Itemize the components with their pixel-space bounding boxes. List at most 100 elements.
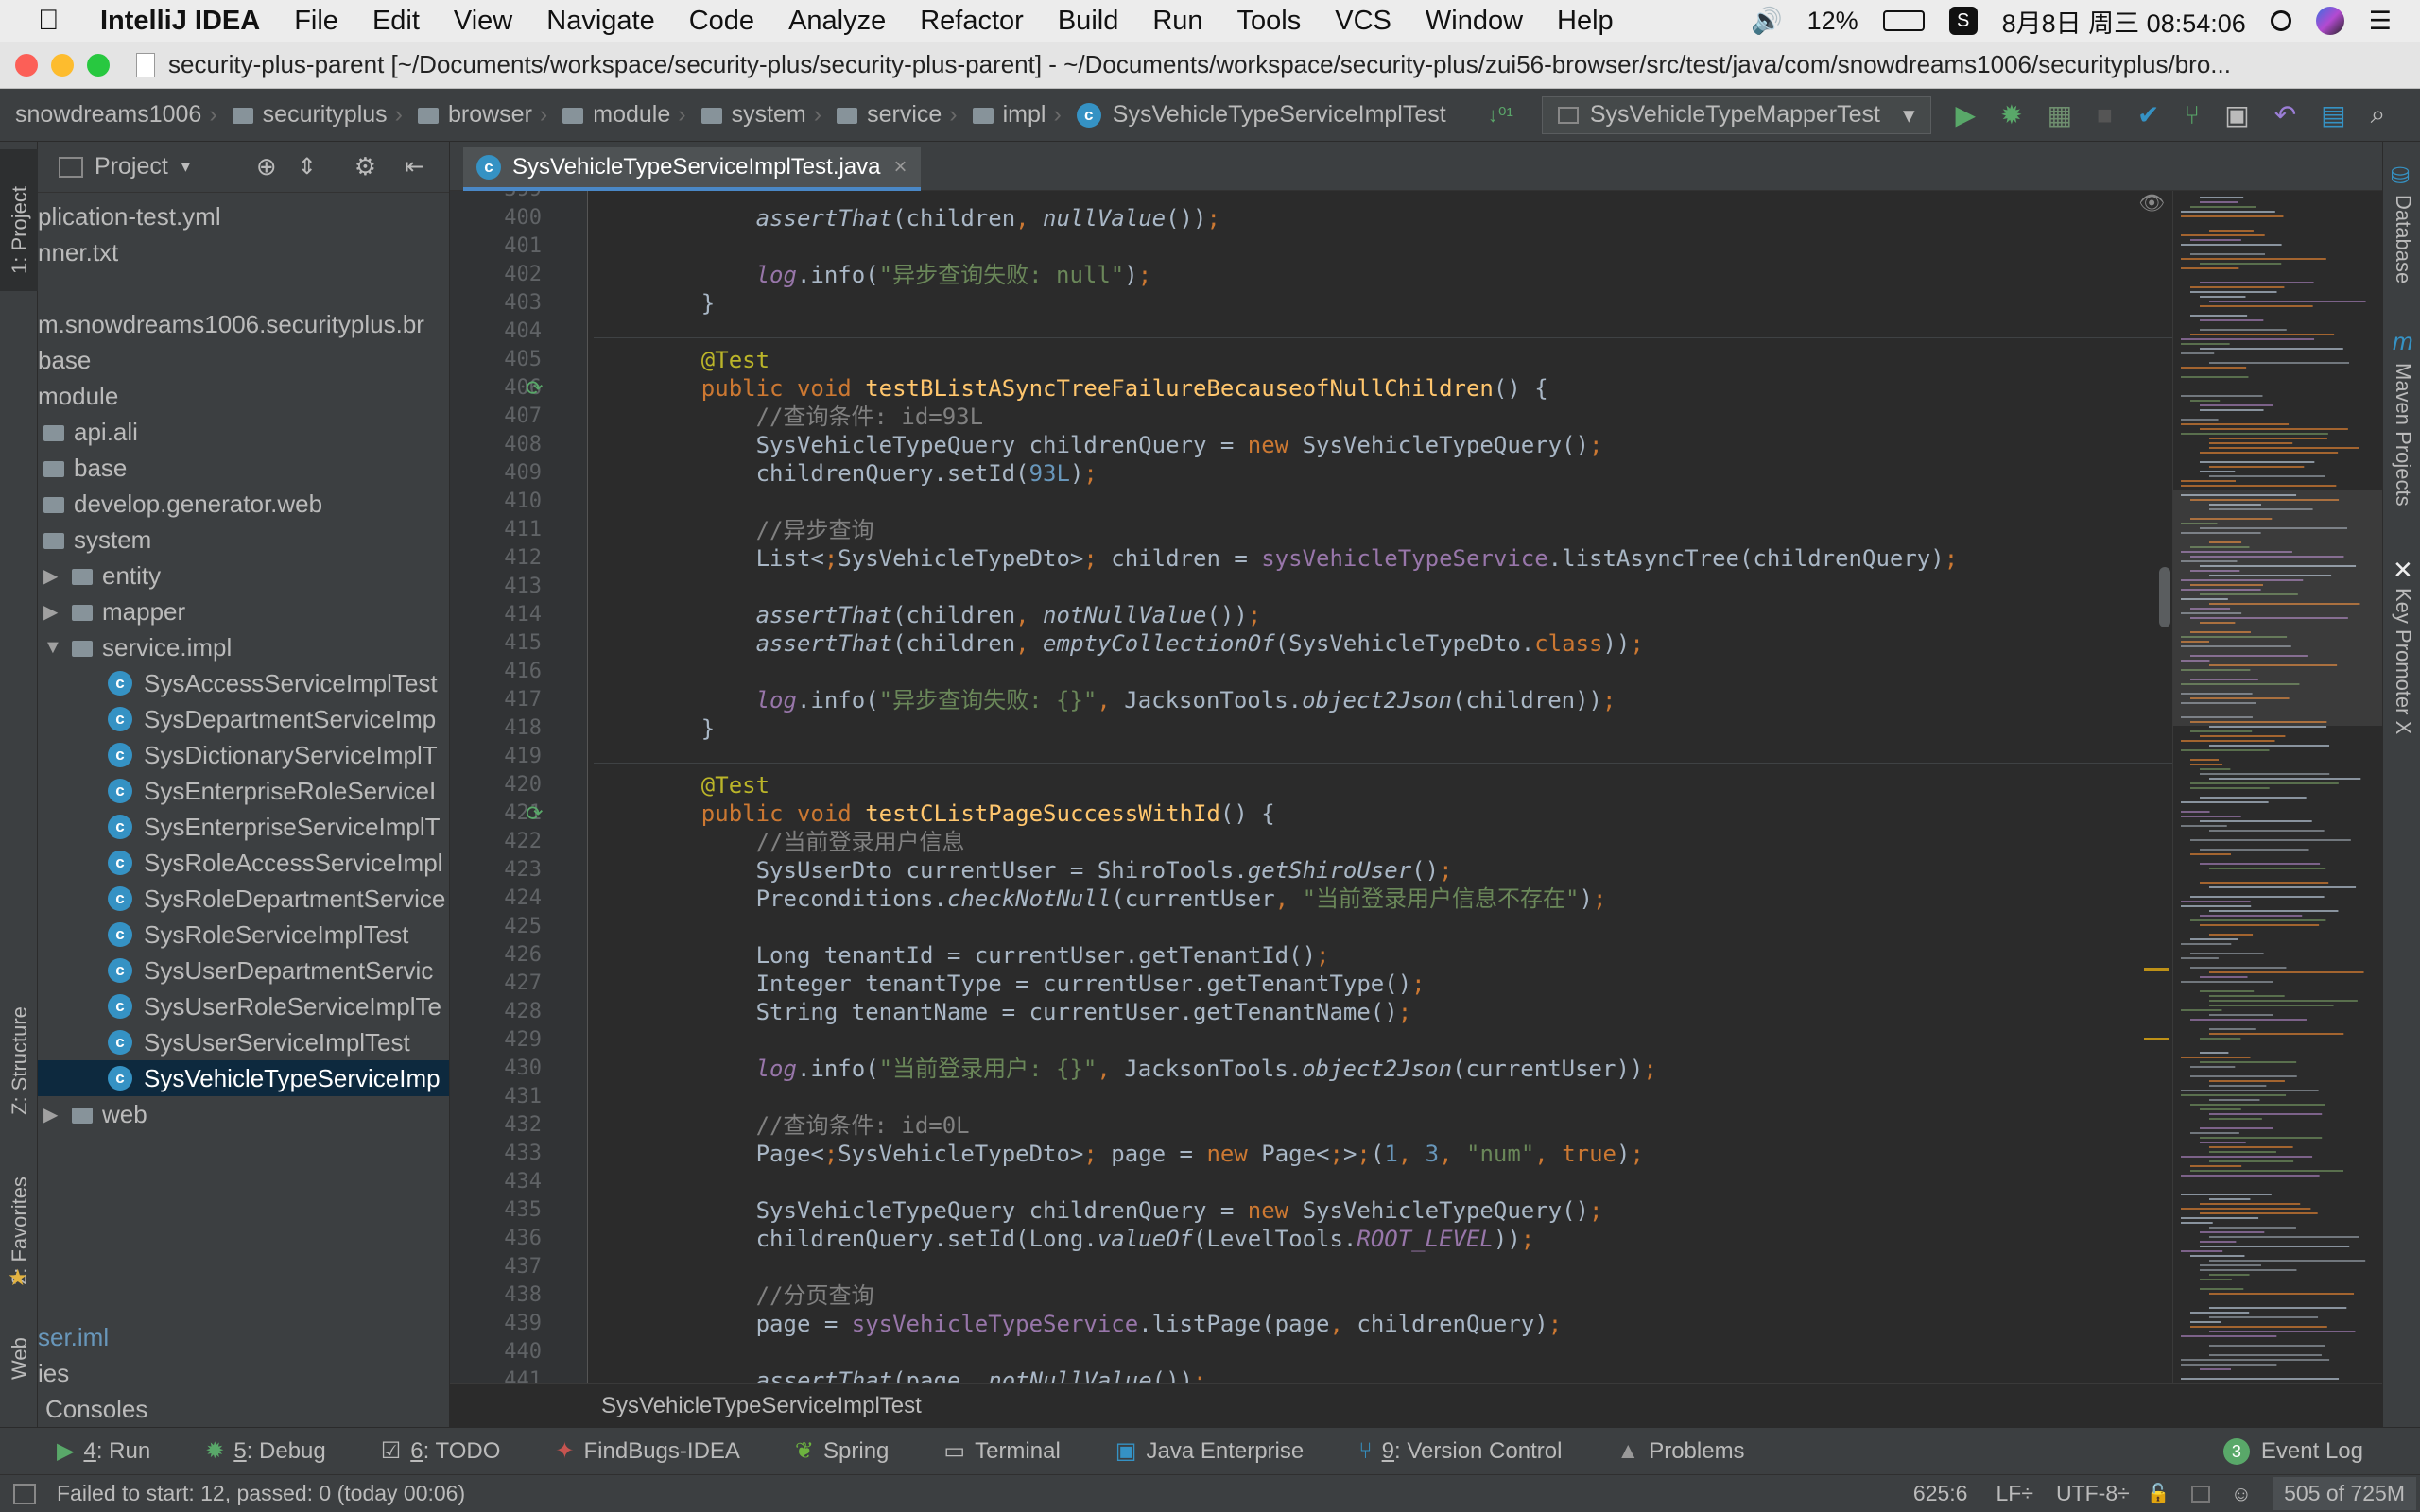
collapse-arrow-icon[interactable]: ▶ bbox=[43, 600, 72, 624]
tree-row[interactable]: ▶ mapper bbox=[38, 593, 449, 629]
menu-run[interactable]: Run bbox=[1152, 6, 1202, 37]
reader-mode-icon[interactable]: 👁 bbox=[2138, 191, 2165, 215]
tool-window-button[interactable]: ✹ 5: Debug bbox=[205, 1437, 326, 1465]
tool-window-button[interactable]: ✦ FindBugs-IDEA bbox=[555, 1437, 740, 1465]
code-line[interactable]: Long tenantId = currentUser.getTenantId(… bbox=[647, 941, 1330, 970]
stop-icon[interactable]: ■ bbox=[2097, 100, 2113, 130]
tree-row[interactable]: c SysVehicleTypeServiceImp bbox=[38, 1060, 449, 1096]
tree-row[interactable]: api.ali bbox=[38, 414, 449, 450]
tree-row[interactable]: c SysUserDepartmentServic bbox=[38, 953, 449, 988]
code-line[interactable]: } bbox=[647, 289, 715, 318]
maven-projects-tool-button[interactable]: Maven Projects bbox=[2391, 363, 2415, 507]
editor-breadcrumb-item[interactable]: SysVehicleTypeServiceImplTest bbox=[601, 1393, 922, 1419]
status-message[interactable]: Failed to start: 12, passed: 0 (today 00… bbox=[57, 1481, 465, 1506]
siri-icon[interactable] bbox=[2315, 7, 2344, 35]
minimize-window-button[interactable] bbox=[51, 53, 74, 77]
database-tool-button[interactable]: Database bbox=[2391, 195, 2415, 284]
project-structure-icon[interactable]: ▤ bbox=[2321, 99, 2345, 130]
menu-edit[interactable]: Edit bbox=[372, 6, 420, 37]
tree-row-iml[interactable]: ser.iml bbox=[38, 1319, 449, 1355]
status-toggle-icon[interactable] bbox=[13, 1483, 36, 1504]
vcs-commit-icon[interactable]: ⑂ bbox=[2184, 100, 2200, 130]
battery-icon[interactable] bbox=[1882, 10, 1925, 31]
lock-icon[interactable]: 🔓 bbox=[2147, 1482, 2170, 1505]
app-menu[interactable]: IntelliJ IDEA bbox=[100, 6, 260, 37]
minimap-viewport[interactable] bbox=[2173, 490, 2382, 726]
chevron-down-icon[interactable]: ▾ bbox=[182, 157, 190, 177]
notification-center-icon[interactable]: ☰ bbox=[2369, 7, 2392, 36]
tool-window-button[interactable]: ▣ Java Enterprise bbox=[1115, 1437, 1304, 1465]
tool-window-button[interactable]: ▲ Problems bbox=[1616, 1438, 1744, 1465]
code-line[interactable]: log.info("当前登录用户: {}", JacksonTools.obje… bbox=[647, 1055, 1657, 1083]
tree-row[interactable]: c SysEnterpriseRoleServiceI bbox=[38, 773, 449, 809]
code-line[interactable]: assertThat(children, emptyCollectionOf(S… bbox=[647, 629, 1644, 658]
tool-window-button[interactable]: ▭ Terminal bbox=[943, 1437, 1060, 1465]
code-line[interactable]: page = sysVehicleTypeService.listPage(pa… bbox=[647, 1310, 1563, 1338]
menu-refactor[interactable]: Refactor bbox=[920, 6, 1024, 37]
editor-tab[interactable]: c SysVehicleTypeServiceImplTest.java × bbox=[463, 147, 921, 191]
tree-row[interactable]: base bbox=[38, 342, 449, 378]
code-line[interactable]: Page<;SysVehicleTypeDto>; page = new Pag… bbox=[647, 1140, 1644, 1168]
code-line[interactable]: String tenantName = currentUser.getTenan… bbox=[647, 998, 1412, 1026]
project-tool-button[interactable]: 1: Project bbox=[8, 161, 32, 274]
volume-icon[interactable]: 🔊 bbox=[1751, 6, 1783, 36]
tree-row[interactable]: system bbox=[38, 522, 449, 558]
close-window-button[interactable] bbox=[15, 53, 38, 77]
menu-window[interactable]: Window bbox=[1426, 6, 1523, 37]
code-line[interactable]: List<;SysVehicleTypeDto>; children = sys… bbox=[647, 544, 1959, 573]
breadcrumb-item[interactable]: system bbox=[732, 101, 806, 129]
code-line[interactable]: //分页查询 bbox=[647, 1281, 874, 1310]
code-line[interactable]: assertThat(children, nullValue()); bbox=[647, 204, 1220, 232]
menu-view[interactable]: View bbox=[454, 6, 512, 37]
tree-row[interactable]: develop.generator.web bbox=[38, 486, 449, 522]
datetime[interactable]: 8月8日 周三 08:54:06 bbox=[2002, 3, 2246, 40]
tree-row[interactable]: ▼ service.impl bbox=[38, 629, 449, 665]
breadcrumb-item[interactable]: SysVehicleTypeServiceImplTest bbox=[1113, 101, 1446, 129]
tree-row-consoles[interactable]: Consoles bbox=[38, 1391, 449, 1427]
tree-row[interactable]: c SysRoleAccessServiceImpl bbox=[38, 845, 449, 881]
menu-analyze[interactable]: Analyze bbox=[788, 6, 886, 37]
editor-gutter[interactable]: 399400401402403404405406⟳407408409410411… bbox=[450, 191, 588, 1383]
run-test-gutter-icon[interactable]: ⟳ bbox=[526, 799, 543, 828]
collapse-arrow-icon[interactable]: ▶ bbox=[43, 564, 72, 588]
breadcrumb-item[interactable]: snowdreams1006 bbox=[15, 101, 201, 129]
menu-navigate[interactable]: Navigate bbox=[546, 6, 654, 37]
tree-row[interactable]: ▶ web bbox=[38, 1096, 449, 1132]
sort-icon[interactable]: ↓⁰¹ bbox=[1488, 103, 1513, 128]
settings-gear-icon[interactable]: ⚙ bbox=[354, 152, 376, 181]
inspector-icon[interactable]: ☺ bbox=[2231, 1482, 2252, 1506]
tree-row[interactable]: c SysRoleDepartmentService bbox=[38, 881, 449, 917]
code-line[interactable]: childrenQuery.setId(Long.valueOf(LevelTo… bbox=[647, 1225, 1535, 1253]
file-encoding[interactable]: UTF-8÷ bbox=[2056, 1481, 2130, 1506]
breadcrumb-item[interactable]: securityplus bbox=[263, 101, 388, 129]
tree-row[interactable]: plication-test.yml bbox=[38, 198, 449, 234]
code-line[interactable]: assertThat(page, notNullValue()); bbox=[647, 1366, 1207, 1383]
code-line[interactable]: //查询条件: id=0L bbox=[647, 1111, 970, 1140]
search-everywhere-icon[interactable]: ⌕ bbox=[2371, 99, 2386, 130]
vertical-scrollbar-thumb[interactable] bbox=[2159, 567, 2170, 627]
event-log-button[interactable]: 3 Event Log bbox=[2222, 1437, 2363, 1465]
hide-panel-icon[interactable]: ⇤ bbox=[405, 153, 424, 180]
tree-row[interactable]: c SysDictionaryServiceImplT bbox=[38, 737, 449, 773]
close-tab-icon[interactable]: × bbox=[894, 154, 908, 180]
tree-row[interactable]: c SysUserServiceImplTest bbox=[38, 1024, 449, 1060]
menu-vcs[interactable]: VCS bbox=[1335, 6, 1392, 37]
key-promoter-tool-button[interactable]: Key Promoter X bbox=[2391, 588, 2415, 734]
tree-row[interactable]: c SysRoleServiceImplTest bbox=[38, 917, 449, 953]
breadcrumb-item[interactable]: browser bbox=[448, 101, 532, 129]
memory-indicator[interactable]: 505 of 725M bbox=[2273, 1477, 2416, 1510]
code-line[interactable]: childrenQuery.setId(93L); bbox=[647, 459, 1098, 488]
code-line[interactable]: //异步查询 bbox=[647, 516, 874, 544]
spotlight-search-icon[interactable] bbox=[2270, 10, 2291, 31]
code-line[interactable]: assertThat(children, notNullValue()); bbox=[647, 601, 1262, 629]
tree-row[interactable]: c SysUserRoleServiceImplTe bbox=[38, 988, 449, 1024]
code-line[interactable]: //查询条件: id=93L bbox=[647, 403, 984, 431]
code-line[interactable]: } bbox=[647, 714, 715, 743]
code-line[interactable]: SysUserDto currentUser = ShiroTools.getS… bbox=[647, 856, 1453, 885]
web-tool-button[interactable]: Web bbox=[8, 1323, 32, 1380]
expand-arrow-icon[interactable]: ▼ bbox=[43, 637, 72, 659]
breadcrumb-item[interactable]: module bbox=[593, 101, 670, 129]
coverage-icon[interactable]: ▦ bbox=[2048, 99, 2072, 130]
code-line[interactable]: log.info("异步查询失败: {}", JacksonTools.obje… bbox=[647, 686, 1616, 714]
code-line[interactable]: Preconditions.checkNotNull(currentUser, … bbox=[647, 885, 1607, 913]
